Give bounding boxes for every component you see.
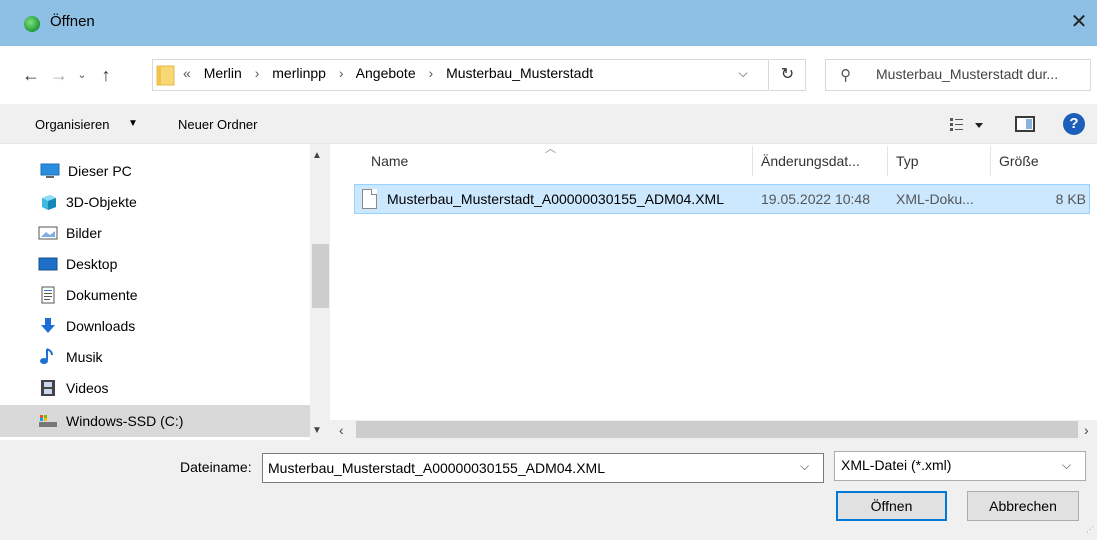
filename-input[interactable]: [262, 453, 824, 483]
title-bar: [0, 0, 1097, 46]
nav-item-3d-objects[interactable]: 3D-Objekte: [0, 187, 310, 217]
documents-icon: [41, 286, 55, 304]
nav-item-label: 3D-Objekte: [66, 194, 137, 210]
videos-icon: [41, 380, 55, 396]
open-button[interactable]: Öffnen: [836, 491, 947, 521]
new-folder-button[interactable]: Neuer Ordner: [178, 117, 257, 132]
command-bar: [0, 104, 1097, 144]
column-divider[interactable]: [990, 146, 991, 176]
filename-label: Dateiname:: [180, 459, 252, 475]
breadcrumb-merlin[interactable]: Merlin: [204, 65, 242, 81]
help-icon[interactable]: ?: [1063, 113, 1085, 135]
nav-item-pictures[interactable]: Bilder: [0, 218, 310, 248]
column-divider[interactable]: [752, 146, 753, 176]
desktop-icon: [38, 257, 58, 271]
caret-down-icon[interactable]: ▼: [128, 118, 138, 129]
view-options-icon[interactable]: [948, 113, 988, 137]
filetype-chevron-icon[interactable]: ⌵: [1062, 458, 1071, 473]
nav-item-label: Downloads: [66, 318, 136, 334]
recent-locations-chevron-icon[interactable]: ⌄: [73, 64, 91, 88]
file-name[interactable]: Musterbau_Musterstadt_A00000030155_ADM04…: [387, 191, 724, 207]
file-date: 19.05.2022 10:48: [761, 191, 870, 207]
nav-item-desktop[interactable]: Desktop: [0, 249, 310, 279]
breadcrumb-merlinpp[interactable]: merlinpp: [272, 65, 326, 81]
3d-objects-icon: [42, 195, 56, 210]
breadcrumb-separator[interactable]: ›: [339, 65, 344, 81]
drive-icon: [39, 415, 57, 427]
filename-dropdown-chevron-icon[interactable]: ⌵: [800, 459, 809, 474]
scroll-thumb[interactable]: [312, 244, 329, 308]
folder-icon: [156, 65, 175, 86]
nav-item-label: Dokumente: [66, 287, 138, 303]
nav-item-label: Dieser PC: [68, 163, 132, 179]
nav-item-label: Musik: [66, 349, 103, 365]
app-icon: [24, 16, 40, 32]
column-header-name[interactable]: Name: [371, 153, 408, 169]
address-dropdown-chevron-icon[interactable]: ⌵: [733, 66, 753, 84]
nav-item-documents[interactable]: Dokumente: [0, 280, 310, 310]
close-button[interactable]: ✕: [1064, 12, 1094, 34]
file-icon: [362, 189, 377, 209]
back-arrow-icon[interactable]: ←: [20, 64, 42, 88]
pictures-icon: [38, 226, 58, 240]
scroll-left-icon[interactable]: ‹: [339, 422, 344, 438]
downloads-icon: [41, 318, 55, 333]
breadcrumb-musterbau[interactable]: Musterbau_Musterstadt: [446, 65, 593, 81]
forward-arrow-icon[interactable]: →: [48, 64, 70, 88]
organize-button[interactable]: Organisieren: [35, 117, 109, 132]
breadcrumb-overflow[interactable]: «: [183, 65, 191, 81]
scroll-right-icon[interactable]: ›: [1084, 422, 1089, 438]
nav-item-label: Windows-SSD (C:): [66, 413, 184, 429]
cancel-button[interactable]: Abbrechen: [967, 491, 1079, 521]
column-divider[interactable]: [887, 146, 888, 176]
nav-item-downloads[interactable]: Downloads: [0, 311, 310, 341]
nav-item-music[interactable]: Musik: [0, 342, 310, 372]
window-title: Öffnen: [50, 13, 95, 30]
scroll-up-icon[interactable]: ▲: [312, 150, 322, 161]
breadcrumb-separator[interactable]: ›: [429, 65, 434, 81]
column-header-date[interactable]: Änderungsdat...: [761, 153, 860, 169]
nav-item-label: Videos: [66, 380, 109, 396]
breadcrumb-angebote[interactable]: Angebote: [356, 65, 416, 81]
search-placeholder: Musterbau_Musterstadt dur...: [876, 66, 1059, 82]
breadcrumb-separator[interactable]: ›: [255, 65, 260, 81]
nav-item-videos[interactable]: Videos: [0, 373, 310, 403]
nav-item-label: Bilder: [66, 225, 102, 241]
filetype-value: XML-Datei (*.xml): [841, 457, 952, 473]
column-header-type[interactable]: Typ: [896, 153, 919, 169]
horizontal-scroll-thumb[interactable]: [356, 421, 1078, 438]
search-icon: ⚲: [840, 67, 851, 84]
sort-ascending-icon: ︿: [545, 143, 556, 155]
up-arrow-icon[interactable]: ↑: [95, 64, 117, 88]
column-header-size[interactable]: Größe: [999, 153, 1039, 169]
nav-item-windows-ssd[interactable]: Windows-SSD (C:): [0, 405, 310, 437]
file-size: 8 KB: [1055, 191, 1086, 207]
preview-pane-icon[interactable]: [1015, 116, 1035, 132]
music-icon: [40, 348, 53, 364]
breadcrumb[interactable]: « Merlin › merlinpp › Angebote › Musterb…: [183, 65, 602, 81]
resize-grip-icon[interactable]: ⋰: [1086, 526, 1096, 538]
pc-icon: [40, 163, 60, 178]
nav-item-label: Desktop: [66, 256, 118, 272]
nav-item-this-pc[interactable]: Dieser PC: [0, 156, 310, 186]
file-type: XML-Doku...: [896, 191, 974, 207]
scroll-down-icon[interactable]: ▼: [312, 425, 322, 436]
refresh-icon[interactable]: ↻: [770, 59, 806, 91]
